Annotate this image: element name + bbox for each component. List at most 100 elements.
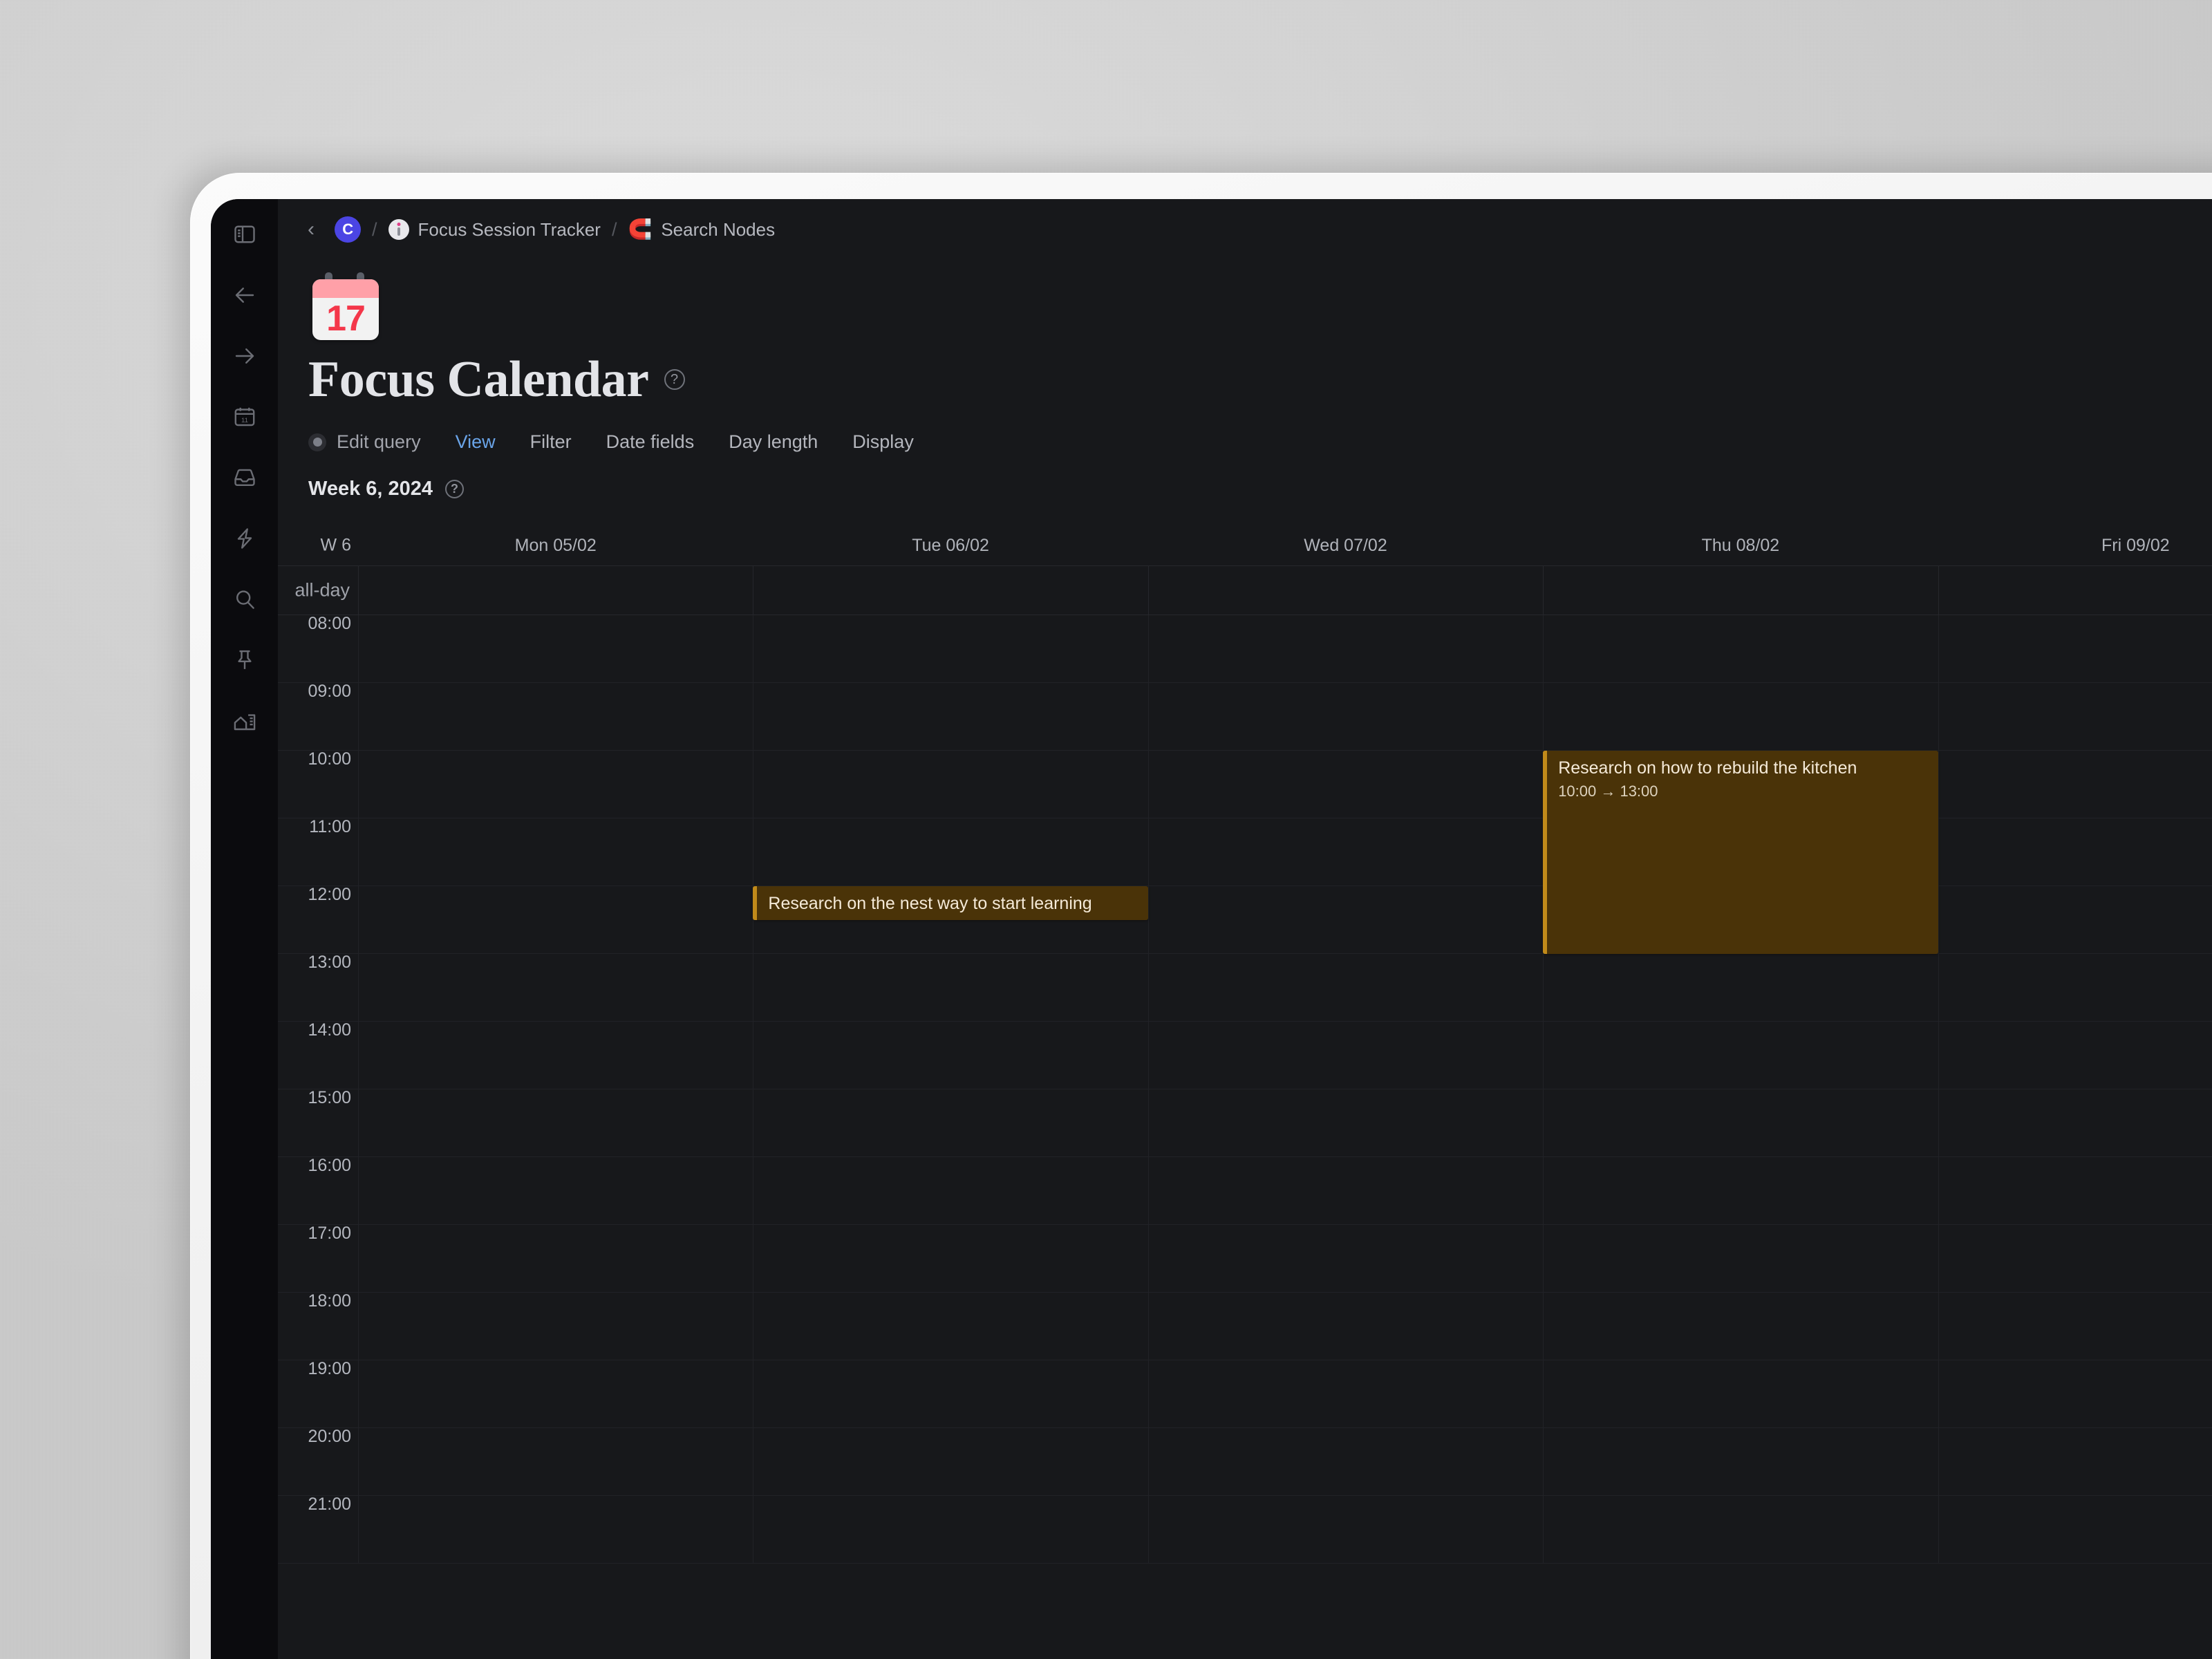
calendar-cell[interactable] <box>1938 1496 2212 1563</box>
calendar-cell[interactable] <box>358 615 753 682</box>
calendar-cell[interactable] <box>1543 1293 1938 1360</box>
day-header-thu[interactable]: Thu 08/02 <box>1543 525 1938 565</box>
calendar-cell[interactable] <box>1938 1089 2212 1156</box>
calendar-cell[interactable] <box>1147 1089 1543 1156</box>
calendar-cell[interactable] <box>1938 818 2212 885</box>
calendar-cell[interactable] <box>1543 1496 1938 1563</box>
calendar-cell[interactable] <box>358 886 753 953</box>
calendar-cell[interactable] <box>1543 1157 1938 1224</box>
all-day-cell[interactable] <box>753 566 1147 615</box>
calendar-cell[interactable] <box>753 1089 1147 1156</box>
calendar-icon[interactable]: 11 <box>227 400 262 434</box>
search-icon[interactable] <box>227 582 262 617</box>
calendar-cell[interactable] <box>1543 615 1938 682</box>
toolbar-item-day-length[interactable]: Day length <box>729 431 818 453</box>
calendar-cell[interactable] <box>1543 1360 1938 1427</box>
all-day-cell[interactable] <box>1938 566 2212 615</box>
inbox-icon[interactable] <box>227 460 262 495</box>
calendar-cell[interactable] <box>753 1496 1147 1563</box>
home-icon[interactable] <box>227 704 262 738</box>
calendar-cell[interactable] <box>753 751 1147 818</box>
calendar-event[interactable]: Research on how to rebuild the kitchen 10… <box>1543 751 1938 954</box>
calendar-cell[interactable] <box>1147 683 1543 750</box>
calendar-cell[interactable] <box>753 1360 1147 1427</box>
calendar-cell[interactable] <box>1543 1428 1938 1495</box>
calendar-cell[interactable] <box>1147 615 1543 682</box>
pushpin-icon[interactable] <box>227 643 262 677</box>
calendar-cell[interactable] <box>1938 954 2212 1021</box>
day-header-mon[interactable]: Mon 05/02 <box>358 525 753 565</box>
calendar-cell[interactable] <box>1147 1428 1543 1495</box>
calendar-cell[interactable] <box>753 1225 1147 1292</box>
calendar-cell[interactable] <box>1147 886 1543 953</box>
day-header-wed[interactable]: Wed 07/02 <box>1148 525 1543 565</box>
calendar-cell[interactable] <box>1543 1225 1938 1292</box>
calendar-cell[interactable] <box>358 1428 753 1495</box>
toolbar-item-display[interactable]: Display <box>852 431 914 453</box>
calendar-cell[interactable] <box>1147 954 1543 1021</box>
calendar-cell[interactable] <box>1938 1157 2212 1224</box>
calendar-cell[interactable] <box>753 615 1147 682</box>
edit-query-button[interactable]: Edit query <box>308 431 421 453</box>
all-day-cell[interactable] <box>358 566 753 615</box>
calendar-cell[interactable] <box>1147 751 1543 818</box>
calendar-cell[interactable] <box>1938 1022 2212 1089</box>
calendar-cell[interactable] <box>358 1157 753 1224</box>
calendar-cell[interactable] <box>358 751 753 818</box>
calendar-cell[interactable] <box>1543 1022 1938 1089</box>
calendar-cell[interactable] <box>753 818 1147 885</box>
calendar-cell[interactable] <box>1543 683 1938 750</box>
calendar-cell[interactable] <box>1543 954 1938 1021</box>
calendar-17-emoji[interactable]: 17 <box>308 268 383 343</box>
calendar-cell[interactable] <box>753 954 1147 1021</box>
calendar-cell[interactable] <box>1147 1225 1543 1292</box>
calendar-cell[interactable] <box>1938 1225 2212 1292</box>
calendar-time-grid[interactable]: 08:00 09:00 10:00 11:00 12:00 13:00 14:00 15:00… <box>278 615 2212 1659</box>
nav-back-icon[interactable] <box>227 278 262 312</box>
calendar-cell[interactable] <box>358 1089 753 1156</box>
calendar-cell[interactable] <box>753 683 1147 750</box>
toolbar-item-filter[interactable]: Filter <box>530 431 572 453</box>
calendar-cell[interactable] <box>358 1022 753 1089</box>
calendar-cell[interactable] <box>1147 1293 1543 1360</box>
nav-forward-icon[interactable] <box>227 339 262 373</box>
breadcrumb-back-icon[interactable]: ‹ <box>297 216 325 243</box>
calendar-cell[interactable] <box>358 1360 753 1427</box>
calendar-cell[interactable] <box>358 1496 753 1563</box>
calendar-cell[interactable] <box>358 1293 753 1360</box>
calendar-cell[interactable] <box>1147 1496 1543 1563</box>
toolbar-item-view[interactable]: View <box>456 431 496 453</box>
calendar-cell[interactable] <box>753 1428 1147 1495</box>
calendar-cell[interactable] <box>1938 615 2212 682</box>
breadcrumb-item-focus-session-tracker[interactable]: Focus Session Tracker <box>388 219 601 241</box>
calendar-cell[interactable] <box>358 683 753 750</box>
calendar-cell[interactable] <box>1147 1022 1543 1089</box>
workspace-avatar[interactable]: C <box>335 216 361 243</box>
all-day-cell[interactable] <box>1543 566 1938 615</box>
calendar-cell[interactable] <box>1938 1428 2212 1495</box>
calendar-cell[interactable] <box>1543 1089 1938 1156</box>
day-header-tue[interactable]: Tue 06/02 <box>753 525 1147 565</box>
calendar-cell[interactable] <box>358 818 753 885</box>
day-header-fri[interactable]: Fri 09/02 <box>1938 525 2212 565</box>
calendar-cell[interactable] <box>358 1225 753 1292</box>
calendar-cell[interactable] <box>1938 1360 2212 1427</box>
lightning-bolt-icon[interactable] <box>227 521 262 556</box>
title-help-icon[interactable]: ? <box>664 369 685 390</box>
calendar-cell[interactable] <box>753 1022 1147 1089</box>
breadcrumb-item-search-nodes[interactable]: 🧲 Search Nodes <box>628 219 775 241</box>
calendar-cell[interactable] <box>358 954 753 1021</box>
week-help-icon[interactable]: ? <box>445 480 465 498</box>
calendar-cell[interactable] <box>1938 1293 2212 1360</box>
sidebar-toggle-icon[interactable] <box>227 217 262 252</box>
calendar-cell[interactable] <box>1147 818 1543 885</box>
calendar-event[interactable]: Research on the nest way to start learni… <box>753 886 1148 920</box>
calendar-cell[interactable] <box>753 1157 1147 1224</box>
calendar-cell[interactable] <box>1938 683 2212 750</box>
calendar-cell[interactable] <box>1938 886 2212 953</box>
toolbar-item-date-fields[interactable]: Date fields <box>606 431 695 453</box>
calendar-cell[interactable] <box>1938 751 2212 818</box>
calendar-cell[interactable] <box>753 1293 1147 1360</box>
calendar-cell[interactable] <box>1147 1157 1543 1224</box>
all-day-cell[interactable] <box>1147 566 1543 615</box>
